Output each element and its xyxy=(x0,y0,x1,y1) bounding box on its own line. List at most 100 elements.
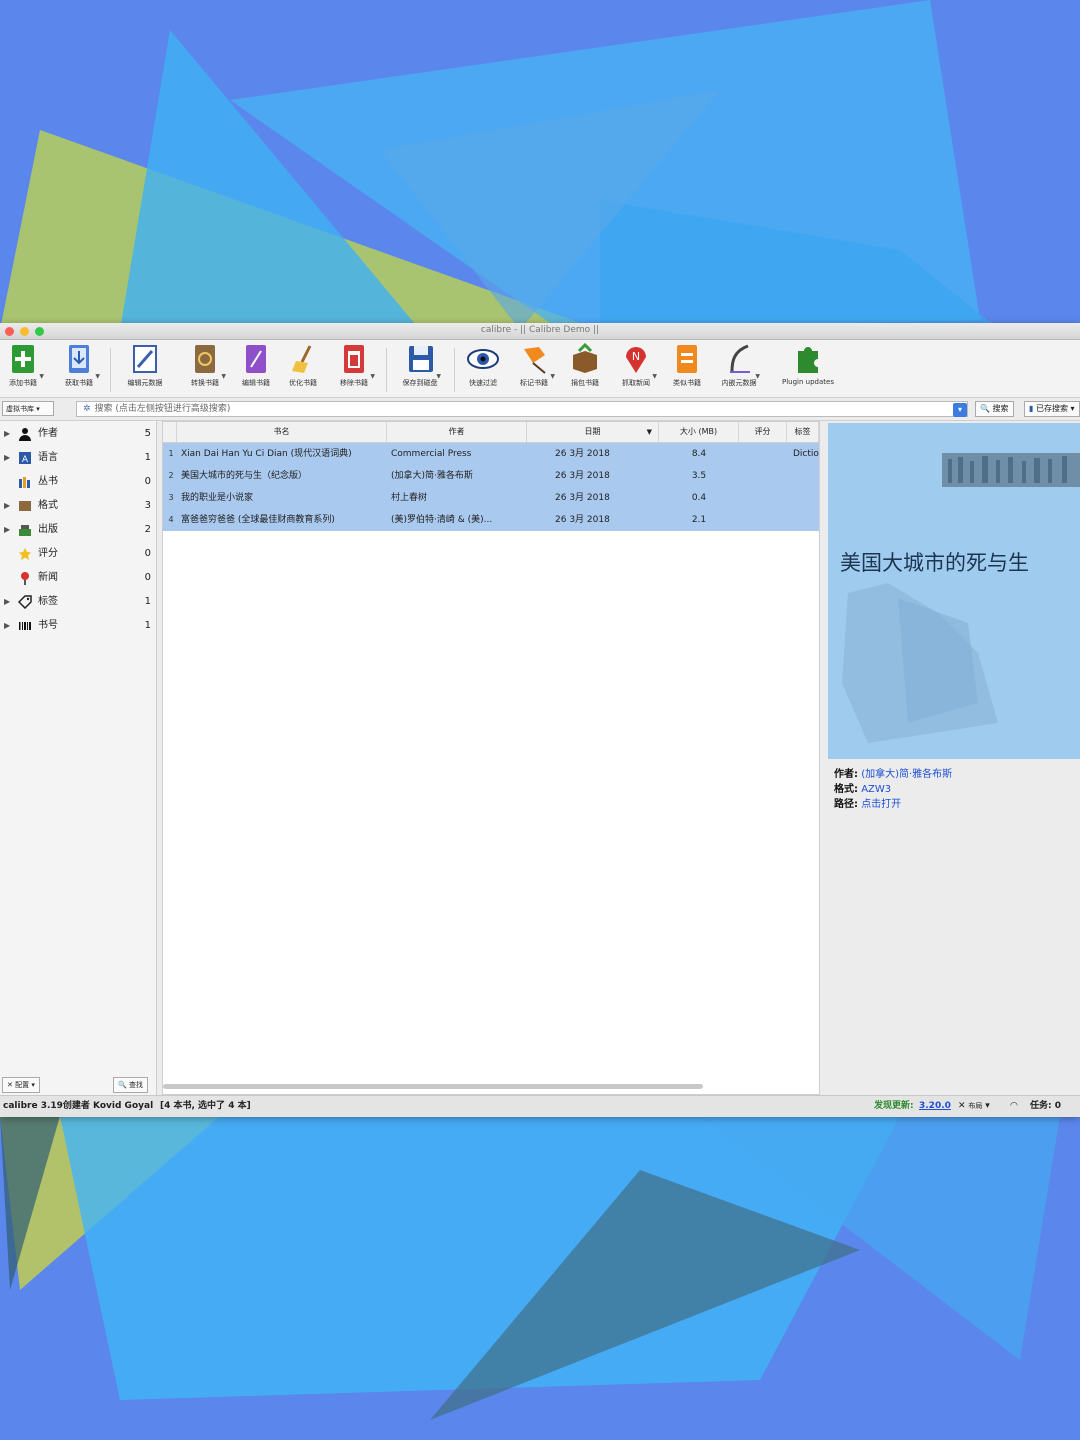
path-link[interactable]: 点击打开 xyxy=(861,799,901,810)
dropdown-arrow-icon[interactable]: ▼ xyxy=(39,373,44,380)
table-row[interactable]: 1 Xian Dai Han Yu Ci Dian (现代汉语词典) Comme… xyxy=(163,443,819,465)
category-formats[interactable]: ▶ 格式 3 xyxy=(0,495,156,517)
jobs-spinner-icon: ◠ xyxy=(1010,1101,1018,1111)
book-list: 书名 作者 日期 ▼ 大小 (MB) 评分 标签 1 Xian Dai Han Y… xyxy=(162,421,820,1095)
toolbar-separator xyxy=(454,348,455,392)
column-header-size[interactable]: 大小 (MB) xyxy=(659,422,739,442)
category-publishers[interactable]: ▶ 出版 2 xyxy=(0,519,156,541)
cover-artwork xyxy=(842,453,1080,743)
donate-books-button[interactable]: 捐包书籍 xyxy=(562,343,608,395)
book-list-header: 书名 作者 日期 ▼ 大小 (MB) 评分 标签 xyxy=(163,422,819,443)
table-row[interactable]: 3 我的职业是小说家 村上春树 26 3月 2018 0.4 xyxy=(163,487,819,509)
similar-books-button[interactable]: 类似书籍 xyxy=(664,343,710,395)
convert-icon xyxy=(195,345,215,373)
book-cover[interactable]: 美国大城市的死与生 xyxy=(828,423,1080,759)
edit-book-button[interactable]: 编辑书籍 xyxy=(233,343,279,395)
add-books-button[interactable]: 添加书籍 ▼ xyxy=(0,343,46,395)
get-books-button[interactable]: 获取书籍 ▼ xyxy=(56,343,102,395)
format-link[interactable]: AZW3 xyxy=(861,784,891,795)
dropdown-arrow-icon[interactable]: ▼ xyxy=(221,373,226,380)
pin-icon xyxy=(524,347,546,374)
cover-title: 美国大城市的死与生 xyxy=(840,551,1029,575)
table-row[interactable]: 2 美国大城市的死与生（纪念版） (加拿大)简·雅各布斯 26 3月 2018 … xyxy=(163,465,819,487)
category-news[interactable]: 新闻 0 xyxy=(0,567,156,589)
quill-icon xyxy=(730,344,750,373)
add-book-icon xyxy=(12,345,34,373)
category-rating[interactable]: 评分 0 xyxy=(0,543,156,565)
expand-arrow-icon[interactable]: ▶ xyxy=(4,591,10,613)
save-to-disk-button[interactable]: 保存到磁盘 ▼ xyxy=(397,343,443,395)
download-icon xyxy=(69,345,89,373)
virtual-library-button[interactable]: 虚拟书库 ▾ xyxy=(2,401,54,416)
svg-text:A: A xyxy=(22,455,29,465)
toolbar-separator xyxy=(110,348,111,392)
dropdown-arrow-icon[interactable]: ▼ xyxy=(755,373,760,380)
fetch-news-button[interactable]: N 抓取新闻 ▼ xyxy=(613,343,659,395)
calibre-window: calibre - || Calibre Demo || 添加书籍 ▼ 获取书籍 ▼… xyxy=(0,323,1080,1117)
search-icon: 🔍 xyxy=(980,404,990,413)
expand-arrow-icon[interactable]: ▶ xyxy=(4,447,10,469)
column-header-author[interactable]: 作者 xyxy=(387,422,527,442)
dropdown-arrow-icon[interactable]: ▼ xyxy=(95,373,100,380)
plugin-updates-button[interactable]: Plugin updates xyxy=(780,343,836,395)
box-icon xyxy=(573,343,597,373)
polish-books-button[interactable]: 优化书籍 xyxy=(280,343,326,395)
category-series[interactable]: 丛书 0 xyxy=(0,471,156,493)
search-history-dropdown[interactable]: ▾ xyxy=(953,403,967,417)
status-book-count: [4 本书, 选中了 4 本] xyxy=(160,1101,251,1111)
bookmark-icon: ▮ xyxy=(1029,404,1034,413)
saved-searches-button[interactable]: ▮ 已存搜索 ▾ xyxy=(1024,401,1080,417)
embed-metadata-button[interactable]: 内嵌元数据 ▼ xyxy=(716,343,762,395)
expand-arrow-icon[interactable]: ▶ xyxy=(4,423,10,445)
expand-arrow-icon[interactable]: ▶ xyxy=(4,615,10,637)
gear-icon[interactable]: ✲ xyxy=(83,404,91,414)
dropdown-arrow-icon[interactable]: ▼ xyxy=(370,373,375,380)
category-tags[interactable]: ▶ 标签 1 xyxy=(0,591,156,613)
table-row[interactable]: 4 富爸爸穷爸爸 (全球最佳财商教育系列) (美)罗伯特·清崎 & (美)...… xyxy=(163,509,819,531)
category-languages[interactable]: ▶ A 语言 1 xyxy=(0,447,156,469)
category-identifiers[interactable]: ▶ 书号 1 xyxy=(0,615,156,637)
save-icon xyxy=(409,346,433,372)
configure-button[interactable]: ✕ 配置 ▾ xyxy=(2,1077,40,1093)
quick-filter-button[interactable]: 快速过滤 xyxy=(460,343,506,395)
tag-browser-controls: ✕ 配置 ▾ 🔍 查找 xyxy=(0,1075,156,1095)
search-button[interactable]: 🔍 搜索 xyxy=(975,401,1014,417)
title-bar: calibre - || Calibre Demo || xyxy=(0,323,1080,340)
find-button[interactable]: 🔍 查找 xyxy=(113,1077,148,1093)
update-version-link[interactable]: 3.20.0 xyxy=(919,1096,951,1117)
puzzle-icon xyxy=(798,347,818,373)
convert-books-button[interactable]: 转换书籍 ▼ xyxy=(182,343,228,395)
remove-books-button[interactable]: 移除书籍 ▼ xyxy=(331,343,377,395)
dropdown-arrow-icon[interactable]: ▼ xyxy=(436,373,441,380)
column-header-date[interactable]: 日期 ▼ xyxy=(527,422,659,442)
person-icon xyxy=(19,428,31,441)
column-header-tags[interactable]: 标签 xyxy=(787,422,819,442)
mark-books-button[interactable]: 标记书籍 ▼ xyxy=(511,343,557,395)
news-pin-icon xyxy=(21,572,29,585)
dropdown-arrow-icon[interactable]: ▼ xyxy=(550,373,555,380)
main-toolbar: 添加书籍 ▼ 获取书籍 ▼ 编辑元数据 转换书籍 ▼ 编辑书籍 优化书籍 移除书籍 ▼ xyxy=(0,340,1080,398)
dropdown-arrow-icon[interactable]: ▼ xyxy=(652,373,657,380)
search-input[interactable]: ✲ 搜索 (点击左侧按钮进行高级搜索) xyxy=(76,401,968,417)
edit-metadata-button[interactable]: 编辑元数据 xyxy=(122,343,168,395)
series-icon xyxy=(19,477,30,488)
edit-metadata-icon xyxy=(133,345,157,373)
column-header-rating[interactable]: 评分 xyxy=(739,422,787,442)
jobs-indicator[interactable]: 任务: 0 xyxy=(1030,1096,1061,1117)
update-label: 发现更新: xyxy=(874,1101,914,1111)
search-bar: 虚拟书库 ▾ ✲ 搜索 (点击左侧按钮进行高级搜索) ▾ 🔍 搜索 ▮ 已存搜索 … xyxy=(0,398,1080,421)
toolbar-separator xyxy=(386,348,387,392)
book-metadata: 作者: (加拿大)简·雅各布斯 格式: AZW3 路径: 点击打开 xyxy=(834,769,953,810)
expand-arrow-icon[interactable]: ▶ xyxy=(4,495,10,517)
edit-book-icon xyxy=(246,345,266,373)
window-title: calibre - || Calibre Demo || xyxy=(480,325,600,335)
author-link[interactable]: (加拿大)简·雅各布斯 xyxy=(861,769,952,780)
layout-button[interactable]: ✕ 布局 ▾ xyxy=(958,1096,990,1117)
horizontal-scrollbar[interactable] xyxy=(163,1084,703,1089)
expand-arrow-icon[interactable]: ▶ xyxy=(4,519,10,541)
language-icon: A xyxy=(19,452,31,465)
category-authors[interactable]: ▶ 作者 5 xyxy=(0,423,156,445)
column-header-title[interactable]: 书名 xyxy=(177,422,387,442)
format-icon xyxy=(19,501,31,511)
eye-icon xyxy=(467,349,499,369)
